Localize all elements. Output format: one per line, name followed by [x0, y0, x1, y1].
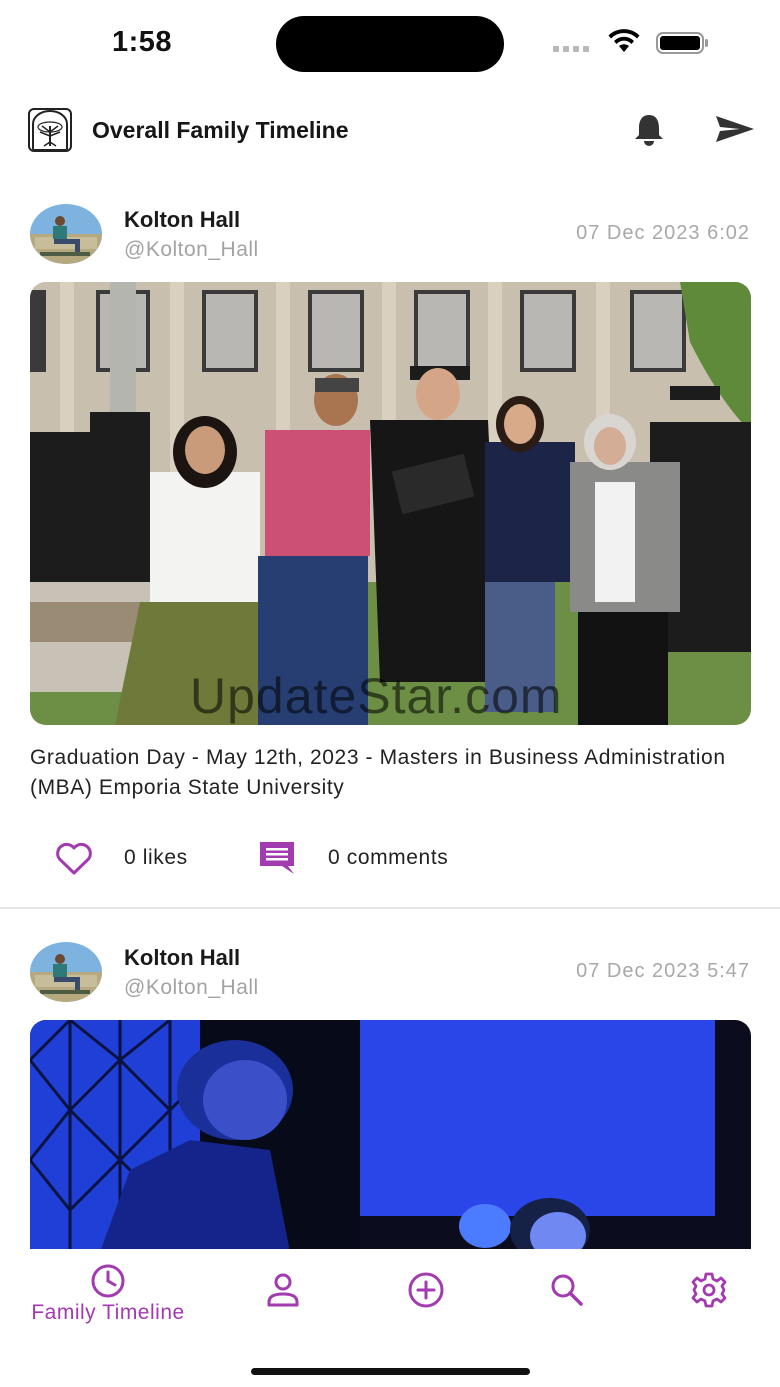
tab-add-post[interactable] — [405, 1271, 447, 1309]
avatar[interactable] — [30, 942, 102, 1002]
home-indicator — [251, 1368, 530, 1375]
battery-icon — [656, 32, 708, 54]
heart-icon[interactable] — [54, 842, 94, 876]
tab-family-timeline[interactable]: Family Timeline — [10, 1263, 206, 1325]
post-date: 07 Dec 2023 6:02 — [576, 222, 750, 244]
author-name[interactable]: Kolton Hall — [124, 945, 240, 971]
post-photo[interactable]: UpdateStar.com — [30, 282, 751, 725]
app-logo[interactable] — [28, 108, 72, 152]
tab-search[interactable] — [546, 1271, 588, 1309]
post-caption: Graduation Day - May 12th, 2023 - Master… — [30, 746, 726, 799]
bell-icon[interactable] — [630, 112, 668, 148]
tab-label: Family Timeline — [31, 1301, 185, 1324]
person-icon — [267, 1273, 299, 1307]
post-photo[interactable] — [30, 1020, 751, 1252]
watermark: UpdateStar.com — [190, 668, 563, 724]
add-circle-icon — [408, 1272, 444, 1308]
author-handle: @Kolton_Hall — [124, 238, 259, 261]
clock-icon — [91, 1264, 125, 1298]
send-icon[interactable] — [714, 114, 756, 144]
dynamic-island — [276, 16, 504, 72]
status-bar: 1:58 — [0, 0, 780, 90]
tab-settings[interactable] — [688, 1271, 730, 1309]
post-divider — [0, 907, 780, 909]
comments-count[interactable]: 0 comments — [328, 846, 448, 870]
app-header: Overall Family Timeline — [0, 100, 780, 162]
cellular-signal-icon — [553, 46, 589, 52]
avatar[interactable] — [30, 204, 102, 264]
author-handle: @Kolton_Hall — [124, 976, 259, 999]
post-actions: 0 likes 0 comments — [0, 838, 780, 878]
post-date: 07 Dec 2023 5:47 — [576, 960, 750, 982]
wifi-icon — [608, 29, 640, 52]
comment-icon[interactable] — [258, 840, 296, 876]
bottom-nav: Family Timeline — [0, 1249, 780, 1387]
search-icon — [551, 1274, 583, 1306]
gear-icon — [691, 1272, 727, 1308]
likes-count[interactable]: 0 likes — [124, 846, 188, 870]
tab-profile[interactable] — [262, 1271, 304, 1309]
author-name[interactable]: Kolton Hall — [124, 207, 240, 233]
status-time: 1:58 — [112, 26, 173, 58]
page-title: Overall Family Timeline — [92, 117, 349, 143]
